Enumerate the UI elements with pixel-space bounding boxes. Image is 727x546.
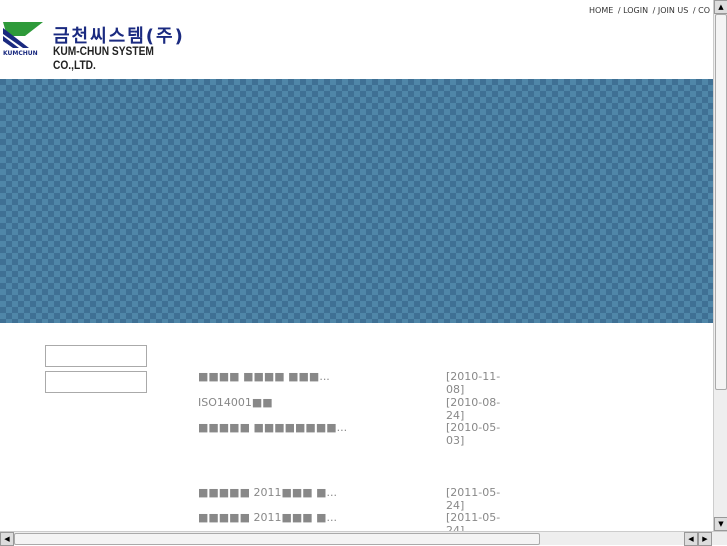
logo-english-name: KUM-CHUN SYSTEM CO.,LTD. <box>53 44 154 72</box>
scroll-left-arrow-icon[interactable]: ◀ <box>684 532 698 546</box>
nav-join-us[interactable]: JOIN US <box>658 6 688 15</box>
main-banner <box>0 79 713 323</box>
nav-home[interactable]: HOME <box>589 6 613 15</box>
horizontal-scroll-thumb[interactable] <box>14 533 540 545</box>
nav-contact[interactable]: CO <box>698 6 710 15</box>
company-logo[interactable]: KUMCHUN 금천씨스템(주) KUM-CHUN SYSTEM CO.,LTD… <box>3 22 188 72</box>
horizontal-scrollbar[interactable]: ◀ ◀ ▶ <box>0 531 727 546</box>
news-date: [2010-08-24] <box>446 396 501 422</box>
scroll-right-arrow-icon[interactable]: ▶ <box>698 532 712 546</box>
vertical-scroll-thumb[interactable] <box>715 14 727 390</box>
news-date: [2010-05-03] <box>446 421 501 447</box>
scroll-left-arrow-icon[interactable]: ◀ <box>0 532 14 546</box>
logo-mark-text: KUMCHUN <box>3 50 38 57</box>
side-menu-box-1[interactable] <box>45 345 147 367</box>
news-title[interactable]: ■■■■■ 2011■■■ ■... <box>198 486 337 499</box>
news-date: [2011-05-24] <box>446 486 501 512</box>
scroll-down-arrow-icon[interactable]: ▼ <box>714 517 727 531</box>
news-title[interactable]: ■■■■■ 2011■■■ ■... <box>198 511 337 524</box>
news-date: [2010-11-08] <box>446 370 501 396</box>
nav-login[interactable]: LOGIN <box>623 6 648 15</box>
top-navigation: HOME / LOGIN / JOIN US / CO <box>589 6 711 15</box>
side-menu-box-2[interactable] <box>45 371 147 393</box>
news-title[interactable]: ■■■■ ■■■■ ■■■... <box>198 370 330 383</box>
vertical-scrollbar[interactable]: ▲ ▼ <box>713 0 727 531</box>
news-title[interactable]: ISO14001■■ <box>198 396 273 409</box>
scroll-up-arrow-icon[interactable]: ▲ <box>714 0 727 14</box>
news-title[interactable]: ■■■■■ ■■■■■■■■... <box>198 421 347 434</box>
